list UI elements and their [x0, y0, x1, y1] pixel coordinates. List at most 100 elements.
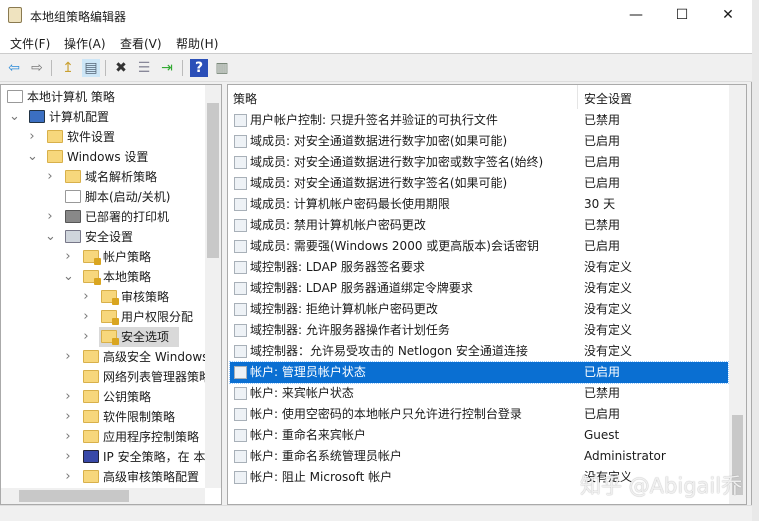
tree-node[interactable]: › 安全选项: [83, 327, 179, 347]
expand-chevron-icon[interactable]: ›: [81, 307, 91, 327]
tree-node[interactable]: ⌄ 本地策略: [1, 267, 205, 287]
tree-hscroll-thumb[interactable]: [19, 490, 129, 502]
tree-node[interactable]: › 高级审核策略配置: [1, 467, 205, 487]
menu-action[interactable]: 操作(A): [64, 35, 106, 52]
policy-row[interactable]: 域控制器: LDAP 服务器签名要求 没有定义: [230, 257, 728, 278]
collapse-chevron-icon[interactable]: ⌄: [27, 147, 38, 167]
policy-row[interactable]: 帐户: 重命名系统管理员帐户 Administrator: [230, 446, 728, 467]
tree-node-label: 本地计算机 策略: [27, 90, 115, 104]
policy-setting: 没有定义: [584, 302, 633, 316]
back-icon[interactable]: ⇦: [5, 59, 23, 77]
policy-row[interactable]: 域控制器: LDAP 服务器通道绑定令牌要求 没有定义: [230, 278, 728, 299]
export-list-icon[interactable]: ⇥: [158, 59, 176, 77]
document-icon: [65, 190, 81, 203]
tree-node[interactable]: › 公钥策略: [1, 387, 205, 407]
delete-icon[interactable]: ✖: [112, 59, 130, 77]
menu-view[interactable]: 查看(V): [120, 35, 162, 52]
expand-chevron-icon[interactable]: ›: [81, 287, 91, 307]
policy-setting: 30 天: [584, 197, 616, 211]
expand-chevron-icon[interactable]: ›: [63, 407, 73, 427]
minimize-button[interactable]: —: [613, 0, 659, 30]
tree-node[interactable]: › 高级安全 Windows: [1, 347, 208, 367]
computer-icon: [29, 110, 45, 123]
column-divider[interactable]: [577, 85, 578, 109]
up-folder-icon[interactable]: ↥: [59, 59, 77, 77]
column-header-setting[interactable]: 安全设置: [584, 90, 632, 107]
show-hide-tree-icon[interactable]: ▤: [82, 59, 100, 77]
expand-chevron-icon[interactable]: ›: [63, 447, 73, 467]
policy-row[interactable]: 帐户: 管理员帐户状态 已启用: [229, 361, 729, 384]
close-button[interactable]: ✕: [705, 0, 751, 30]
expand-chevron-icon[interactable]: ›: [45, 207, 55, 227]
policy-row[interactable]: 域成员: 计算机帐户密码最长使用期限 30 天: [230, 194, 728, 215]
tree-horizontal-scrollbar[interactable]: [1, 488, 205, 504]
tree-node[interactable]: › 用户权限分配: [1, 307, 205, 327]
expand-chevron-icon[interactable]: ›: [63, 247, 73, 267]
tree-node[interactable]: 网络列表管理器策略: [1, 367, 211, 387]
policy-row[interactable]: 帐户: 使用空密码的本地帐户只允许进行控制台登录 已启用: [230, 404, 728, 425]
list-scroll-thumb[interactable]: [732, 415, 743, 495]
tree-node[interactable]: ⌄ 计算机配置: [1, 107, 205, 127]
menu-help[interactable]: 帮助(H): [176, 35, 218, 52]
policy-row[interactable]: 帐户: 来宾帐户状态 已禁用: [230, 383, 728, 404]
policy-row[interactable]: 域控制器: 允许服务器操作者计划任务 没有定义: [230, 320, 728, 341]
toolbar-separator: [182, 60, 183, 76]
expand-chevron-icon[interactable]: ›: [45, 167, 55, 187]
policy-name: 帐户: 重命名系统管理员帐户: [250, 449, 402, 463]
policy-row[interactable]: 帐户: 重命名来宾帐户 Guest: [230, 425, 728, 446]
help-icon[interactable]: ?: [190, 59, 208, 77]
maximize-button[interactable]: ☐: [659, 0, 705, 30]
tree-node[interactable]: › IP 安全策略，在 本: [1, 447, 205, 467]
expand-chevron-icon[interactable]: ›: [63, 427, 73, 447]
policy-row[interactable]: 域控制器：允许易受攻击的 Netlogon 安全通道连接 没有定义: [230, 341, 728, 362]
policy-icon: [234, 408, 247, 421]
policy-row[interactable]: 帐户: 阻止 Microsoft 帐户 没有定义: [230, 467, 728, 488]
tree-node[interactable]: › 应用程序控制策略: [1, 427, 205, 447]
collapse-chevron-icon[interactable]: ⌄: [45, 227, 56, 247]
folder-icon: [47, 150, 63, 163]
expand-chevron-icon[interactable]: ›: [27, 127, 37, 147]
policy-setting: 已启用: [584, 134, 621, 148]
expand-chevron-icon[interactable]: ›: [63, 467, 73, 487]
list-vertical-scrollbar[interactable]: [729, 85, 746, 504]
policy-row[interactable]: 域成员: 禁用计算机帐户密码更改 已禁用: [230, 215, 728, 236]
expand-chevron-icon[interactable]: ›: [81, 327, 91, 347]
tree-node-label: 软件设置: [67, 130, 116, 144]
tree-node[interactable]: 脚本(启动/关机): [1, 187, 205, 207]
folder-icon: [83, 470, 99, 483]
tree-vertical-scrollbar[interactable]: [205, 85, 221, 488]
policy-name: 帐户: 使用空密码的本地帐户只允许进行控制台登录: [250, 407, 522, 421]
policy-name: 域控制器: LDAP 服务器通道绑定令牌要求: [250, 281, 473, 295]
extended-view-icon[interactable]: ▥: [213, 59, 231, 77]
collapse-chevron-icon[interactable]: ⌄: [9, 107, 20, 127]
tree-node[interactable]: › 帐户策略: [1, 247, 205, 267]
column-header-policy[interactable]: 策略: [233, 90, 257, 107]
tree-scroll-thumb[interactable]: [207, 103, 219, 258]
policy-row[interactable]: 域成员: 需要强(Windows 2000 或更高版本)会话密钥 已启用: [230, 236, 728, 257]
menu-file[interactable]: 文件(F): [10, 35, 50, 52]
properties-icon[interactable]: ☰: [135, 59, 153, 77]
policy-icon: [234, 240, 247, 253]
tree-node[interactable]: ⌄ 安全设置: [1, 227, 205, 247]
tree-node[interactable]: › 域名解析策略: [1, 167, 205, 187]
tree-node[interactable]: › 软件设置: [1, 127, 205, 147]
tree-node[interactable]: 本地计算机 策略: [1, 87, 205, 107]
policy-row[interactable]: 域成员: 对安全通道数据进行数字加密(如果可能) 已启用: [230, 131, 728, 152]
policy-row[interactable]: 域控制器: 拒绝计算机帐户密码更改 没有定义: [230, 299, 728, 320]
tree-node[interactable]: › 审核策略: [1, 287, 205, 307]
policy-row[interactable]: 域成员: 对安全通道数据进行数字签名(如果可能) 已启用: [230, 173, 728, 194]
console-tree: 本地计算机 策略 ⌄ 计算机配置 › 软件设置 ⌄ Windows 设置 › 域名解析策略 脚本(…: [0, 84, 222, 505]
policy-row[interactable]: 域成员: 对安全通道数据进行数字加密或数字签名(始终) 已启用: [230, 152, 728, 173]
expand-chevron-icon[interactable]: ›: [63, 387, 73, 407]
forward-icon[interactable]: ⇨: [28, 59, 46, 77]
policy-icon: [234, 114, 247, 127]
policy-row[interactable]: 用户帐户控制: 只提升签名并验证的可执行文件 已禁用: [230, 110, 728, 131]
folder-icon: [83, 430, 99, 443]
tree-node[interactable]: ⌄ Windows 设置: [1, 147, 205, 167]
tree-node[interactable]: › 软件限制策略: [1, 407, 205, 427]
policy-icon: [234, 261, 247, 274]
tree-node[interactable]: › 已部署的打印机: [1, 207, 205, 227]
tree-node-label: 已部署的打印机: [85, 210, 170, 224]
expand-chevron-icon[interactable]: ›: [63, 347, 73, 367]
collapse-chevron-icon[interactable]: ⌄: [63, 267, 74, 287]
